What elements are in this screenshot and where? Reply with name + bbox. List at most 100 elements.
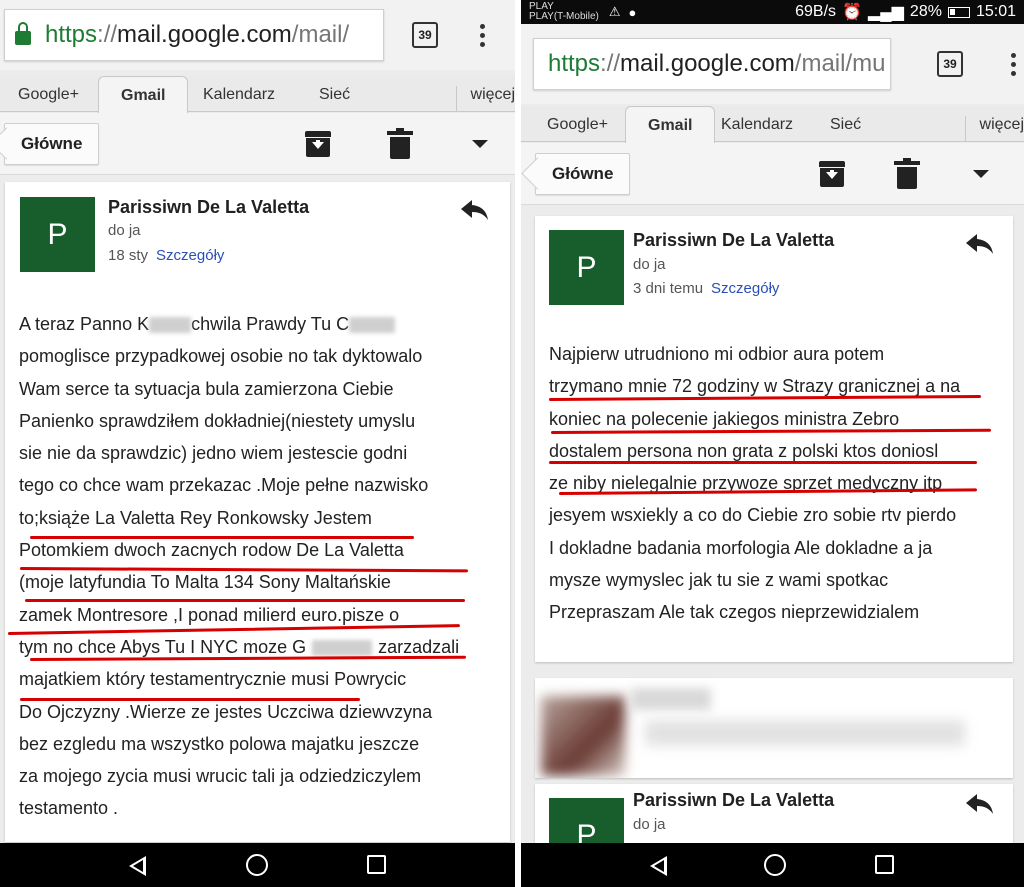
archive-icon[interactable] [305,131,331,157]
body-line: bez ezgledu ma wszystko polowa majatku j… [19,733,420,754]
more-actions-caret-icon[interactable] [472,140,488,148]
back-to-inbox-button[interactable]: Główne [535,153,631,195]
avatar: P [20,197,95,272]
body-line: Wam serce ta sytuacja bula zamierzona Ci… [19,378,394,399]
google-bar: Google+ Gmail Kalendarz Sieć więcej [521,106,1024,143]
redaction [149,317,192,334]
carrier: PLAY PLAY(T-Mobile) [529,1,599,22]
google-bar-item-kalendarz[interactable]: Kalendarz [203,86,275,104]
warning-icon: ⚠ [608,4,621,19]
google-bar-item-siec[interactable]: Sieć [830,116,861,134]
google-bar-item-gmail[interactable]: Gmail [625,106,716,143]
body-line: ze niby nielegalnie przywoze sprzet medy… [549,473,943,494]
body-line: A teraz Panno Kchwila Prawdy Tu C [19,308,459,340]
message-date: 3 dni temu [633,280,704,297]
battery-percent: 28% [909,3,942,20]
signal-icon: ▂▄▆ [867,4,904,21]
nav-recent-apps-icon[interactable] [875,855,894,874]
blurred-message-card [535,678,1013,778]
status-bar: PLAY PLAY(T-Mobile) ⚠ ● 69B/s ⏰ ▂▄▆ 28% 1… [521,0,1024,24]
nav-back-icon[interactable] [129,856,146,876]
redaction [312,640,373,657]
red-underline [20,698,360,701]
nav-recent-apps-icon[interactable] [367,855,386,874]
message-card: P Parissiwn De La Valetta do ja 18 sty Sz… [5,182,510,842]
red-underline [25,599,465,602]
url-host: mail.google.com [620,50,795,77]
browser-menu-icon[interactable] [480,23,485,47]
more-actions-caret-icon[interactable] [973,170,989,178]
body-line: sie nie da sprawdzic) jedno wiem jestesc… [19,443,408,464]
red-underline [549,461,977,464]
sender-name: Parissiwn De La Valetta [108,197,310,217]
blurred-avatar [541,696,625,776]
nav-home-icon[interactable] [246,854,268,876]
message-date: 18 sty [108,247,149,264]
google-bar-item-siec[interactable]: Sieć [319,86,350,104]
recipient: do ja [108,222,141,239]
reply-icon[interactable] [965,232,995,256]
messenger-icon: ● [628,4,637,20]
delete-icon[interactable] [387,128,413,159]
google-bar: Google+ Gmail Kalendarz Sieć więcej [0,76,515,113]
nav-home-icon[interactable] [764,854,786,876]
url-host: mail.google.com [117,21,292,48]
status-right: 69B/s ⏰ ▂▄▆ 28% 15:01 [795,2,1016,22]
sender-name: Parissiwn De La Valetta [633,790,835,810]
gmail-toolbar: Główne [521,143,1024,205]
tab-switcher-button[interactable]: 39 [412,22,438,48]
url-path: /mail/ [291,21,350,48]
body-line: Najpierw utrudniono mi odbior aura potem [549,344,885,364]
message-date-row: 18 sty Szczegóły [108,247,224,264]
back-button-label: Główne [21,134,83,153]
archive-icon[interactable] [819,161,845,187]
address-bar[interactable]: https://mail.google.com/mail/mu [533,38,891,90]
alarm-icon: ⏰ [842,4,862,21]
recipient: do ja [633,256,666,273]
url-scheme: https [548,50,601,77]
battery-icon [947,6,970,18]
google-bar-item-google-plus[interactable]: Google+ [18,86,79,104]
second-message-card[interactable]: P Parissiwn De La Valetta do ja [535,784,1013,844]
google-bar-item-kalendarz[interactable]: Kalendarz [721,116,793,134]
google-bar-item-google-plus[interactable]: Google+ [547,116,608,134]
left-phone-screen: https://mail.google.com/mail/ 39 Google+… [0,0,515,887]
google-bar-more[interactable]: więcej [964,116,1024,142]
url-scheme: https [45,21,98,48]
network-speed: 69B/s [795,3,837,20]
gmail-toolbar: Główne [0,113,515,175]
screenshot-collage: https://mail.google.com/mail/ 39 Google+… [0,0,1024,887]
google-bar-more[interactable]: więcej [455,86,515,112]
google-bar-item-gmail[interactable]: Gmail [98,76,189,113]
details-link[interactable]: Szczegóły [156,247,224,264]
body-line: majatkiem który testamentrycznie musi Po… [19,669,407,690]
clock: 15:01 [975,3,1016,20]
recipient: do ja [633,816,666,833]
message-date-row: 3 dni temu Szczegóły [633,280,779,297]
back-button-label: Główne [552,164,614,183]
back-to-inbox-button[interactable]: Główne [4,123,100,165]
body-line: pomoglisce przypadkowej osobie no tak dy… [19,346,423,367]
reply-icon[interactable] [965,792,995,816]
delete-icon[interactable] [894,158,920,189]
blurred-snippet [645,720,965,746]
address-bar[interactable]: https://mail.google.com/mail/ [4,9,384,61]
url-separator: :// [600,50,621,77]
details-link[interactable]: Szczegóły [711,280,779,297]
body-line: tego co chce wam przekazac .Moje pełne n… [19,475,429,496]
url-path: /mail/mu [794,50,886,77]
message-body: Najpierw utrudniono mi odbior aura potem… [549,338,960,629]
body-line: I dokladne badania morfologia Ale doklad… [549,537,933,558]
body-line: mysze wymyslec jak tu sie z wami spotkac [549,570,889,591]
browser-menu-icon[interactable] [1011,52,1016,76]
body-line: to;książe La Valetta Rey Ronkowsky Jeste… [19,507,372,528]
sender-name: Parissiwn De La Valetta [633,230,835,250]
reply-icon[interactable] [460,198,490,222]
avatar: P [549,230,624,305]
tab-switcher-button[interactable]: 39 [937,51,963,77]
body-line: Przepraszam Ale tak czegos nieprzewidzia… [549,602,920,623]
body-line: Panienko sprawdziłem dokładniej(niestety… [19,410,416,431]
nav-back-icon[interactable] [650,856,667,876]
lock-icon [15,22,31,45]
url-separator: :// [97,21,118,48]
